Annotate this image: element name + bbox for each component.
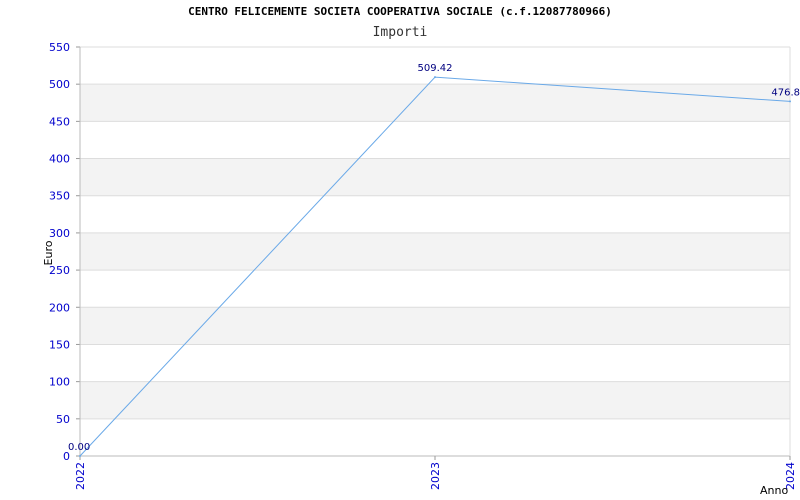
data-label: 509.42 [418,63,453,74]
y-tick-label: 50 [56,413,70,426]
grid-band [80,381,790,419]
y-tick-label: 200 [49,301,70,314]
data-label: 476.8 [771,87,800,98]
grid-band [80,307,790,345]
y-tick-label: 150 [49,338,70,351]
y-tick-label: 100 [49,376,70,389]
data-point [79,455,81,457]
y-tick-label: 500 [49,78,70,91]
y-tick-label: 300 [49,227,70,240]
x-tick-labels: 2022 2023 2024 [74,462,797,490]
data-label: 0.00 [68,442,90,453]
y-axis-label: Euro [42,240,55,265]
x-tick-label: 2022 [74,462,87,490]
x-axis-label: Anno [760,484,788,497]
data-point [789,100,791,103]
grid-band [80,232,790,271]
x-tick-label: 2023 [429,462,442,490]
data-point [434,76,436,79]
y-tick-label: 450 [49,115,70,128]
y-tick-label: 400 [49,153,70,166]
grid-bands [80,84,790,419]
grid-band [80,158,790,196]
y-tick-label: 350 [49,190,70,203]
chart: CENTRO FELICEMENTE SOCIETA COOPERATIVA S… [0,0,800,500]
grid-band [80,84,790,122]
plot-area: 050100150200250300350400450500550 2022 20… [42,41,800,497]
y-tick-label: 550 [49,41,70,54]
